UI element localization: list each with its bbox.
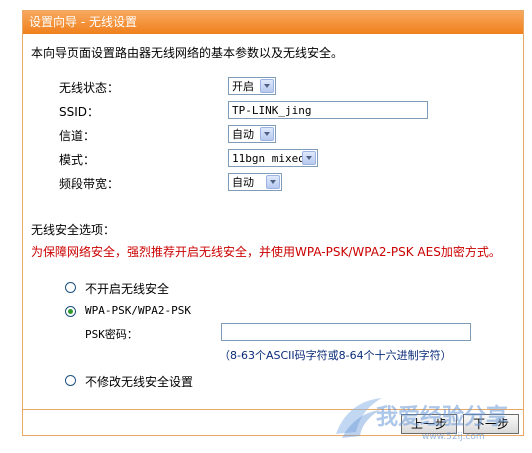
next-button[interactable]: 下一步	[463, 414, 519, 434]
mode-select[interactable]: 11bgn mixed	[228, 149, 318, 167]
option-no-security-label: 不开启无线安全	[85, 282, 170, 296]
channel-label: 信道：	[59, 129, 96, 143]
security-warning: 为保障网络安全，强烈推荐开启无线安全，并使用WPA-PSK/WPA2-PSK A…	[31, 245, 501, 259]
psk-hint: （8-63个ASCII码字符或8-64个十六进制字符）	[219, 349, 452, 362]
prev-button[interactable]: 上一步	[401, 414, 457, 434]
mode-value: 11bgn mixed	[232, 152, 305, 165]
bandwidth-value: 自动	[232, 176, 254, 189]
mode-label: 模式：	[59, 153, 96, 167]
option-keep-security-label: 不修改无线安全设置	[85, 375, 194, 389]
ssid-label: SSID：	[59, 105, 100, 119]
ssid-value: TP-LINK_jing	[232, 104, 312, 117]
status-select[interactable]: 开启	[228, 77, 276, 95]
chevron-down-icon	[302, 151, 316, 165]
channel-select[interactable]: 自动	[228, 125, 276, 143]
chevron-down-icon	[260, 127, 274, 141]
chevron-down-icon	[266, 175, 280, 189]
bandwidth-label: 频段带宽：	[59, 177, 120, 191]
radio-wpa-psk[interactable]	[65, 306, 76, 317]
bandwidth-select[interactable]: 自动	[228, 173, 282, 191]
intro-text: 本向导页面设置路由器无线网络的基本参数以及无线安全。	[31, 46, 344, 60]
psk-password-input[interactable]	[221, 323, 471, 341]
psk-label: PSK密码：	[85, 328, 138, 341]
status-value: 开启	[232, 80, 254, 93]
wizard-panel: 设置向导 - 无线设置 本向导页面设置路由器无线网络的基本参数以及无线安全。 无…	[22, 10, 524, 436]
security-heading: 无线安全选项：	[31, 223, 116, 237]
ssid-input[interactable]: TP-LINK_jing	[228, 101, 428, 119]
channel-value: 自动	[232, 128, 254, 141]
status-label: 无线状态：	[59, 81, 120, 95]
chevron-down-icon	[260, 79, 274, 93]
radio-keep-security[interactable]	[65, 375, 76, 386]
radio-no-security[interactable]	[65, 282, 76, 293]
footer-divider	[23, 409, 523, 410]
option-wpa-psk-label: WPA-PSK/WPA2-PSK	[85, 304, 191, 317]
wizard-title: 设置向导 - 无线设置	[23, 11, 523, 34]
